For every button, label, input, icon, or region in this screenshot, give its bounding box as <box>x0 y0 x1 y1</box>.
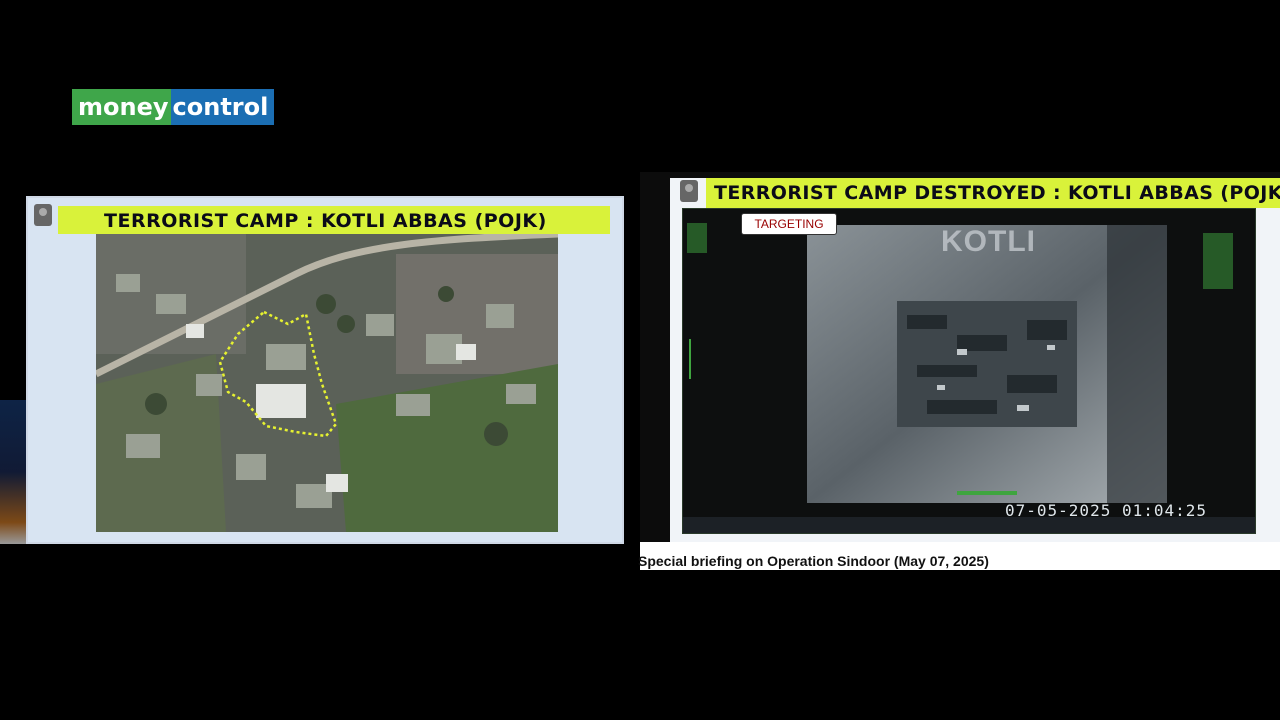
screen-toolbar <box>683 517 1255 533</box>
slide-title: TERRORIST CAMP DESTROYED : KOTLI ABBAS (… <box>714 182 1280 204</box>
targeting-screen: KOTLI TARGETING 07-05-2025 01:04:25 <box>682 208 1256 534</box>
satellite-map <box>96 234 558 532</box>
slide-camp-destroyed: TERRORIST CAMP DESTROYED : KOTLI ABBAS (… <box>640 172 1280 542</box>
hud-readout <box>1203 233 1233 289</box>
logo-part-control: control <box>170 89 275 125</box>
moneycontrol-logo: money control <box>72 89 275 125</box>
slide-banner: TERRORIST CAMP DESTROYED : KOTLI ABBAS (… <box>706 178 1280 208</box>
targeting-text: TARGETING <box>754 217 824 231</box>
targeting-label: TARGETING <box>741 213 837 235</box>
hud-readout <box>687 223 707 253</box>
thermal-image <box>807 225 1167 503</box>
location-overlay: KOTLI <box>941 225 1036 258</box>
logo-part-money: money <box>72 89 171 125</box>
slide-banner: TERRORIST CAMP : KOTLI ABBAS (POJK) <box>58 206 610 234</box>
slide-title: TERRORIST CAMP : KOTLI ABBAS (POJK) <box>104 210 547 232</box>
hud-scale <box>689 339 691 379</box>
slide-camp-map: TERRORIST CAMP : KOTLI ABBAS (POJK) <box>26 196 624 544</box>
caption-bar: Special briefing on Operation Sindoor (M… <box>638 542 1280 570</box>
emblem-icon <box>680 180 698 202</box>
caption-text: Special briefing on Operation Sindoor (M… <box>638 553 989 569</box>
emblem-icon <box>34 204 52 226</box>
